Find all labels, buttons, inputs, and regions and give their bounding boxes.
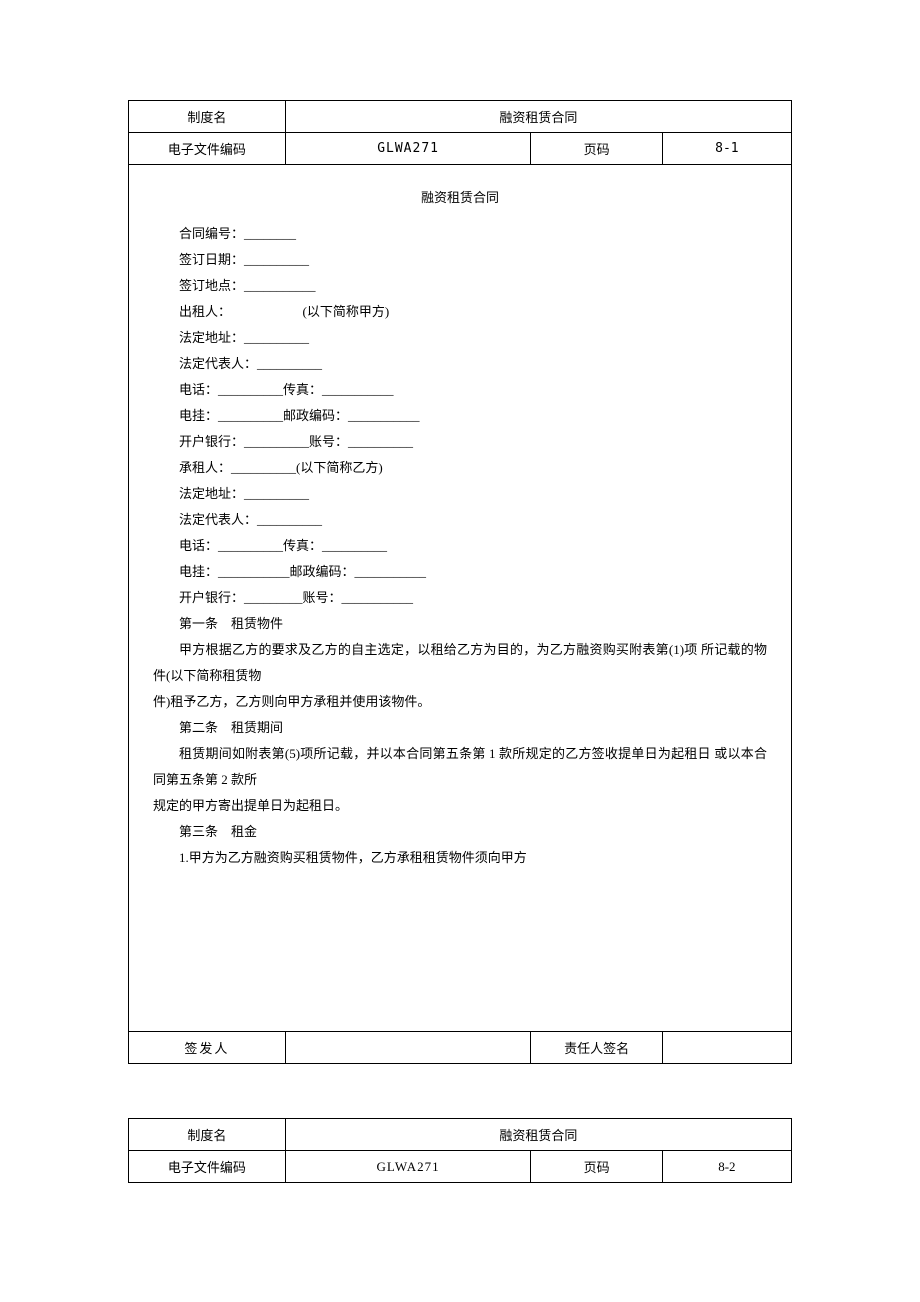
line-phone-fax-b: 电话：__________传真：__________ <box>153 533 767 559</box>
table-gap <box>128 1064 792 1118</box>
content-row: 融资租赁合同 合同编号：________ 签订日期：__________ 签订地… <box>129 165 792 1032</box>
system-name-label: 制度名 <box>129 101 286 133</box>
page-label: 页码 <box>531 133 662 165</box>
article-3-para: 1.甲方为乙方融资购买租赁物件，乙方承租租赁物件须向甲方 <box>153 845 767 871</box>
article-1-para-line1: 甲方根据乙方的要求及乙方的自主选定，以租给乙方为目的，为乙方融资购买附表第(1)… <box>153 637 767 689</box>
line-phone-fax-a: 电话：__________传真：___________ <box>153 377 767 403</box>
article-2-para-line1: 租赁期间如附表第(5)项所记载，并以本合同第五条第 1 款所规定的乙方签收提单日… <box>153 741 767 793</box>
line-legal-rep-a: 法定代表人：__________ <box>153 351 767 377</box>
footer-row: 签发人 责任人签名 <box>129 1032 792 1064</box>
header-row-2: 电子文件编码 GLWA271 页码 8-1 <box>129 133 792 165</box>
line-lessee: 承租人：__________(以下简称乙方) <box>153 455 767 481</box>
system-name-value: 融资租赁合同 <box>285 101 791 133</box>
page-value-2: 8-2 <box>662 1151 791 1183</box>
file-code-label: 电子文件编码 <box>129 133 286 165</box>
system-name-value-2: 融资租赁合同 <box>285 1119 791 1151</box>
article-2-heading: 第二条 租赁期间 <box>153 715 767 741</box>
issuer-value <box>285 1032 531 1064</box>
line-cable-postal-a: 电挂：__________邮政编码：___________ <box>153 403 767 429</box>
file-code-label-2: 电子文件编码 <box>129 1151 286 1183</box>
issuer-label: 签发人 <box>129 1032 286 1064</box>
header-row-1: 制度名 融资租赁合同 <box>129 101 792 133</box>
signer-value <box>662 1032 791 1064</box>
page-value: 8-1 <box>662 133 791 165</box>
line-legal-rep-b: 法定代表人：__________ <box>153 507 767 533</box>
article-1-para-line2: 件)租予乙方，乙方则向甲方承租并使用该物件。 <box>153 689 767 715</box>
line-cable-postal-b: 电挂：___________邮政编码：___________ <box>153 559 767 585</box>
article-1-heading: 第一条 租赁物件 <box>153 611 767 637</box>
file-code-value: GLWA271 <box>285 133 531 165</box>
line-legal-address-a: 法定地址：__________ <box>153 325 767 351</box>
file-code-value-2: GLWA271 <box>285 1151 531 1183</box>
header2-row-2: 电子文件编码 GLWA271 页码 8-2 <box>129 1151 792 1183</box>
content-cell: 融资租赁合同 合同编号：________ 签订日期：__________ 签订地… <box>129 165 792 1032</box>
document-table-1: 制度名 融资租赁合同 电子文件编码 GLWA271 页码 8-1 融资租赁合同 … <box>128 100 792 1064</box>
line-lessor: 出租人： (以下简称甲方) <box>153 299 767 325</box>
contract-title: 融资租赁合同 <box>153 185 767 211</box>
header2-row-1: 制度名 融资租赁合同 <box>129 1119 792 1151</box>
page-label-2: 页码 <box>531 1151 662 1183</box>
line-bank-account-b: 开户银行：_________账号：___________ <box>153 585 767 611</box>
line-sign-date: 签订日期：__________ <box>153 247 767 273</box>
article-3-heading: 第三条 租金 <box>153 819 767 845</box>
line-sign-place: 签订地点：___________ <box>153 273 767 299</box>
signer-label: 责任人签名 <box>531 1032 662 1064</box>
document-table-2: 制度名 融资租赁合同 电子文件编码 GLWA271 页码 8-2 <box>128 1118 792 1183</box>
line-legal-address-b: 法定地址：__________ <box>153 481 767 507</box>
system-name-label-2: 制度名 <box>129 1119 286 1151</box>
line-bank-account-a: 开户银行：__________账号：__________ <box>153 429 767 455</box>
article-2-para-line2: 规定的甲方寄出提单日为起租日。 <box>153 793 767 819</box>
line-contract-no: 合同编号：________ <box>153 221 767 247</box>
